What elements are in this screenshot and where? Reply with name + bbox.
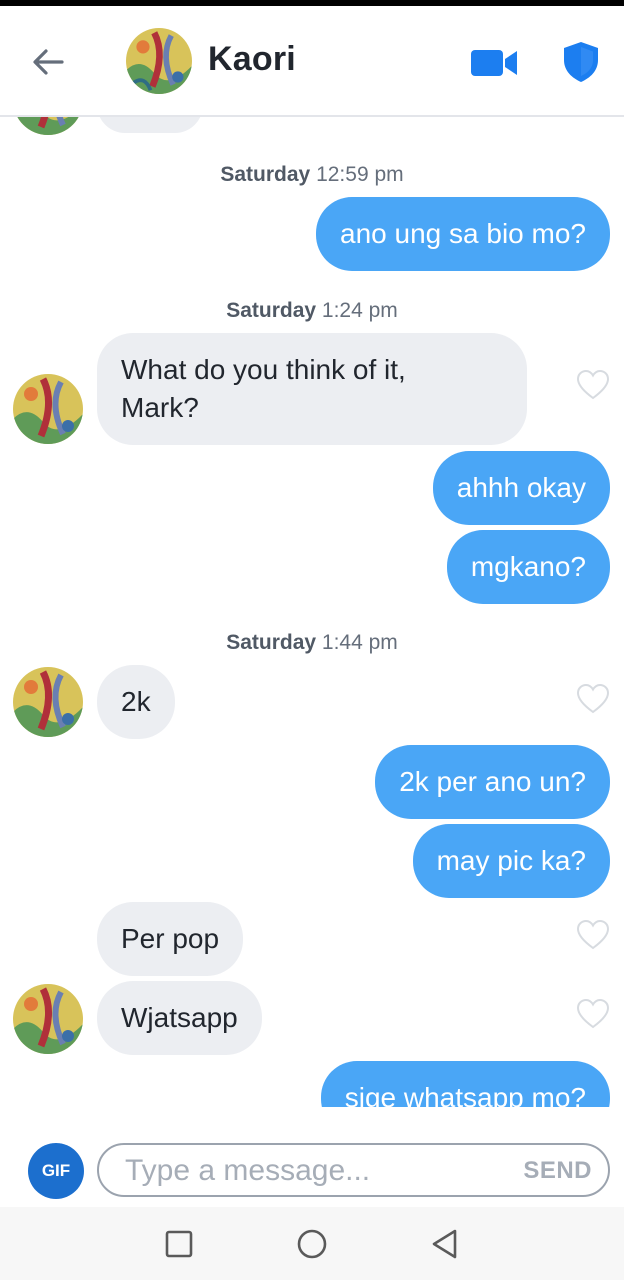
message-input-wrapper[interactable]: SEND — [97, 1143, 610, 1197]
circle-home-icon[interactable] — [295, 1227, 329, 1261]
timestamp: Saturday 12:59 pm — [0, 163, 624, 187]
message-thread[interactable]: Saturday 12:59 pm ano ung sa bio mo? Sat… — [0, 117, 624, 1107]
sent-message[interactable]: sige whatsapp mo? — [320, 1061, 610, 1107]
send-button[interactable]: SEND — [523, 1157, 592, 1185]
sender-avatar[interactable] — [13, 374, 83, 444]
sent-message[interactable]: ahhh okay — [432, 451, 610, 525]
sender-avatar[interactable] — [13, 667, 83, 737]
heart-icon[interactable] — [576, 683, 610, 715]
shield-icon[interactable] — [562, 40, 600, 84]
timestamp-day: Saturday — [226, 299, 317, 322]
timestamp-time: 1:44 pm — [321, 631, 398, 654]
sender-avatar[interactable] — [13, 984, 83, 1054]
triangle-back-icon[interactable] — [428, 1227, 462, 1261]
sent-message[interactable]: mgkano? — [446, 530, 610, 604]
sent-message[interactable]: ano ung sa bio mo? — [316, 197, 610, 271]
timestamp: Saturday 1:44 pm — [0, 631, 624, 655]
sender-avatar-partial[interactable] — [13, 117, 83, 135]
received-message[interactable]: Per pop — [97, 902, 244, 976]
sent-message[interactable]: may pic ka? — [412, 824, 610, 898]
heart-icon[interactable] — [576, 919, 610, 951]
message-input[interactable] — [125, 1152, 495, 1190]
received-message-partial[interactable] — [97, 117, 203, 133]
contact-name[interactable]: Kaori — [208, 40, 296, 79]
timestamp-time: 1:24 pm — [321, 299, 398, 322]
contact-avatar[interactable] — [126, 28, 192, 94]
timestamp: Saturday 1:24 pm — [0, 299, 624, 323]
chat-header: Kaori — [0, 6, 624, 117]
square-recents-icon[interactable] — [162, 1227, 196, 1261]
video-camera-icon[interactable] — [470, 46, 518, 80]
received-message[interactable]: 2k — [97, 665, 175, 739]
message-composer: GIF SEND — [0, 1107, 624, 1207]
heart-icon[interactable] — [576, 998, 610, 1030]
received-message[interactable]: Wjatsapp — [97, 981, 262, 1055]
gif-button[interactable]: GIF — [28, 1143, 84, 1199]
arrow-left-icon[interactable] — [28, 42, 68, 82]
system-nav-bar — [0, 1207, 624, 1280]
received-message[interactable]: What do you think of it, Mark? — [97, 333, 527, 445]
timestamp-day: Saturday — [226, 631, 317, 654]
timestamp-time: 12:59 pm — [316, 163, 404, 186]
heart-icon[interactable] — [576, 369, 610, 401]
sent-message[interactable]: 2k per ano un? — [375, 745, 610, 819]
timestamp-day: Saturday — [220, 163, 311, 186]
